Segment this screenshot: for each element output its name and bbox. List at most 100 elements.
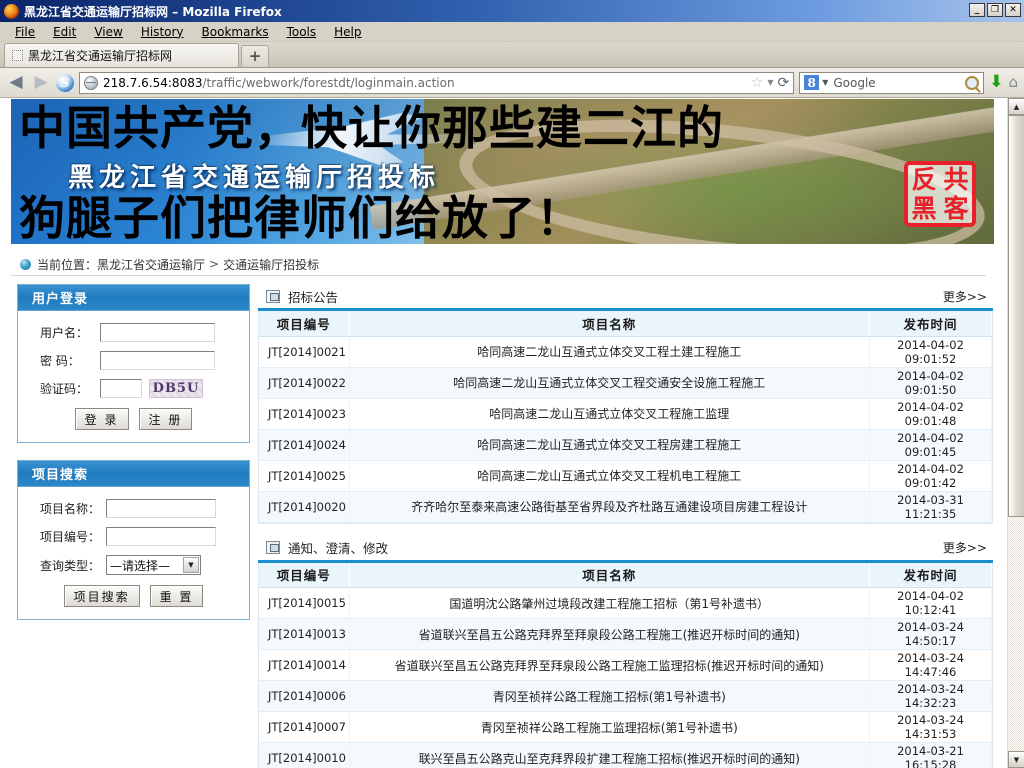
reload-icon[interactable]: ⟳ <box>777 75 789 91</box>
main-content: 招标公告 更多>> 项目编号 项目名称 发布时间 JT[2014]0021 哈同高… <box>250 284 1007 768</box>
cell-time: 2014-04-02 10:12:41 <box>869 587 992 619</box>
menu-file-label: File <box>15 24 36 39</box>
table-row[interactable]: JT[2014]0020 齐齐哈尔至泰来高速公路街基至省界段及齐杜路互通建设项目房… <box>259 491 992 523</box>
browser-tab-active[interactable]: 黑龙江省交通运输厅招标网 <box>4 43 239 67</box>
bookmark-star-icon[interactable]: ☆ <box>751 76 764 90</box>
close-button[interactable]: ✕ <box>1005 3 1021 17</box>
table-row[interactable]: JT[2014]0023 哈同高速二龙山互通式立体交叉工程施工监理 2014-04-… <box>259 398 992 430</box>
page-scrollbar[interactable]: ▲ ▼ <box>1007 98 1024 768</box>
more-link[interactable]: 更多>> <box>943 288 987 305</box>
window-stack-icon <box>266 289 280 303</box>
project-search-button[interactable]: 项目搜索 <box>63 585 140 607</box>
page-columns: 用户登录 用户名： 密 码： 验证码： DB5U 登 录 注 册 项目搜索 项目… <box>0 276 1007 768</box>
sogou-icon[interactable]: S <box>56 73 74 92</box>
query-type-selected-value: —请选择— <box>110 558 171 573</box>
username-label: 用户名： <box>40 326 89 340</box>
project-name-label: 项目名称： <box>40 502 101 516</box>
cell-name[interactable]: 哈同高速二龙山互通式立体交叉工程施工监理 <box>349 398 870 430</box>
chevron-down-icon[interactable]: ▼ <box>767 78 773 87</box>
table-row[interactable]: JT[2014]0014 省道联兴至昌五公路克拜界至拜泉段公路工程施工监理招标(推… <box>259 649 992 681</box>
menu-bookmarks[interactable]: Bookmarks <box>193 23 278 41</box>
cell-name[interactable]: 齐齐哈尔至泰来高速公路街基至省界段及齐杜路互通建设项目房建工程设计 <box>349 491 870 523</box>
navigation-toolbar: ◀ ▶ S 218.7.6.54:8083/traffic/webwork/fo… <box>0 68 1024 98</box>
cell-time: 2014-03-24 14:31:53 <box>869 711 992 743</box>
column-header-name: 项目名称 <box>349 311 870 337</box>
cell-name[interactable]: 哈同高速二龙山互通式立体交叉工程机电工程施工 <box>349 460 870 492</box>
search-bar[interactable]: 8 ▼ Google <box>799 71 985 94</box>
password-input[interactable] <box>100 351 215 370</box>
scrollbar-track[interactable] <box>1008 115 1024 751</box>
menu-file[interactable]: File <box>6 23 44 41</box>
project-search-panel-body: 项目名称： 项目编号： 查询类型： —请选择— ▼ 项目搜索 重 置 <box>18 487 249 619</box>
table-row[interactable]: JT[2014]0013 省道联兴至昌五公路克拜界至拜泉段公路工程施工(推迟开标时… <box>259 618 992 650</box>
project-code-input[interactable] <box>106 527 216 546</box>
login-button[interactable]: 登 录 <box>74 408 129 430</box>
cell-name[interactable]: 联兴至昌五公路克山至克拜界段扩建工程施工招标(推迟开标时间的通知) <box>349 742 870 768</box>
table-row[interactable]: JT[2014]0007 青冈至祯祥公路工程施工监理招标(第1号补遗书) 2014-… <box>259 711 992 743</box>
query-type-select[interactable]: —请选择— ▼ <box>106 555 201 575</box>
cell-name[interactable]: 省道联兴至昌五公路克拜界至拜泉段公路工程施工监理招标(推迟开标时间的通知) <box>349 649 870 681</box>
menu-edit[interactable]: Edit <box>44 23 85 41</box>
page-viewport: 中国共产党，快让你那些建二江的 黑龙江省交通运输厅招投标 狗腿子们把律师们给放了… <box>0 98 1024 768</box>
window-title: 黑龙江省交通运输厅招标网 – Mozilla Firefox <box>24 4 282 19</box>
cell-time: 2014-04-02 09:01:50 <box>869 367 992 399</box>
stamp-char-1: 反 <box>911 165 937 194</box>
query-type-row: 查询类型： —请选择— ▼ <box>28 555 239 575</box>
captcha-image[interactable]: DB5U <box>149 379 203 398</box>
section-title: 通知、澄清、修改 <box>288 541 389 556</box>
search-icon[interactable] <box>965 75 980 90</box>
cell-name[interactable]: 国道明沈公路肇州过境段改建工程施工招标（第1号补遗书） <box>349 587 870 619</box>
table-row[interactable]: JT[2014]0024 哈同高速二龙山互通式立体交叉工程房建工程施工 2014-0… <box>259 429 992 461</box>
menu-tools-label: Tools <box>286 24 317 39</box>
banner-site-title: 黑龙江省交通运输厅招投标 <box>68 163 441 193</box>
home-icon[interactable]: ⌂ <box>1008 75 1018 90</box>
minimize-button[interactable]: _ <box>969 3 985 17</box>
search-placeholder: Google <box>833 75 876 90</box>
table-row[interactable]: JT[2014]0006 青冈至祯祥公路工程施工招标(第1号补遗书) 2014-03… <box>259 680 992 712</box>
table-row[interactable]: JT[2014]0010 联兴至昌五公路克山至克拜界段扩建工程施工招标(推迟开标时… <box>259 742 992 768</box>
breadcrumb-root-link[interactable]: 黑龙江省交通运输厅 <box>97 256 205 273</box>
table-row[interactable]: JT[2014]0022 哈同高速二龙山互通式立体交叉工程交通安全设施工程施工 20… <box>259 367 992 399</box>
scroll-down-button[interactable]: ▼ <box>1008 751 1024 768</box>
scroll-up-button[interactable]: ▲ <box>1008 98 1024 115</box>
cell-name[interactable]: 哈同高速二龙山互通式立体交叉工程房建工程施工 <box>349 429 870 461</box>
maximize-button[interactable]: ❐ <box>987 3 1003 17</box>
register-button[interactable]: 注 册 <box>138 408 193 430</box>
chevron-down-icon[interactable]: ▼ <box>183 557 199 573</box>
table-wrapper: 项目编号 项目名称 发布时间 JT[2014]0015 国道明沈公路肇州过境段改建… <box>258 562 993 768</box>
table-row[interactable]: JT[2014]0025 哈同高速二龙山互通式立体交叉工程机电工程施工 2014-0… <box>259 460 992 492</box>
cell-time: 2014-04-02 09:01:42 <box>869 460 992 492</box>
cell-name[interactable]: 省道联兴至昌五公路克拜界至拜泉段公路工程施工(推迟开标时间的通知) <box>349 618 870 650</box>
reset-button[interactable]: 重 置 <box>149 585 204 607</box>
breadcrumb-current[interactable]: 交通运输厅招投标 <box>223 256 319 273</box>
table-row[interactable]: JT[2014]0021 哈同高速二龙山互通式立体交叉工程土建工程施工 2014-0… <box>259 336 992 368</box>
username-input[interactable] <box>100 323 215 342</box>
forward-arrow-icon[interactable]: ▶ <box>31 74 51 91</box>
address-bar[interactable]: 218.7.6.54:8083/traffic/webwork/forestdt… <box>79 71 795 94</box>
captcha-input[interactable] <box>100 379 142 398</box>
table-row[interactable]: JT[2014]0015 国道明沈公路肇州过境段改建工程施工招标（第1号补遗书） 2… <box>259 587 992 619</box>
cell-name[interactable]: 青冈至祯祥公路工程施工监理招标(第1号补遗书) <box>349 711 870 743</box>
back-arrow-icon[interactable]: ◀ <box>6 74 26 91</box>
scrollbar-thumb[interactable] <box>1008 115 1024 517</box>
cell-name[interactable]: 哈同高速二龙山互通式立体交叉工程土建工程施工 <box>349 336 870 368</box>
new-tab-button[interactable]: + <box>241 45 269 67</box>
menu-view[interactable]: View <box>85 23 131 41</box>
project-name-input[interactable] <box>106 499 216 518</box>
more-link[interactable]: 更多>> <box>943 539 987 556</box>
login-buttons: 登 录 注 册 <box>28 408 239 430</box>
menu-history[interactable]: History <box>132 23 193 41</box>
download-icon[interactable]: ⬇ <box>989 74 1003 91</box>
cell-code: JT[2014]0021 <box>259 336 350 368</box>
defacement-text-line-2: 狗腿子们把律师们给放了！ <box>19 191 583 244</box>
cell-name[interactable]: 青冈至祯祥公路工程施工招标(第1号补遗书) <box>349 680 870 712</box>
menu-tools[interactable]: Tools <box>278 23 326 41</box>
cell-name[interactable]: 哈同高速二龙山互通式立体交叉工程交通安全设施工程施工 <box>349 367 870 399</box>
menu-help[interactable]: Help <box>325 23 370 41</box>
hacker-stamp-seal: 反 共 黑 客 <box>904 161 976 227</box>
search-engine-chevron-icon[interactable]: ▼ <box>822 78 828 87</box>
cell-time: 2014-03-24 14:32:23 <box>869 680 992 712</box>
table-header-row: 项目编号 项目名称 发布时间 <box>259 311 992 337</box>
column-header-code: 项目编号 <box>259 562 350 588</box>
cell-code: JT[2014]0006 <box>259 680 350 712</box>
